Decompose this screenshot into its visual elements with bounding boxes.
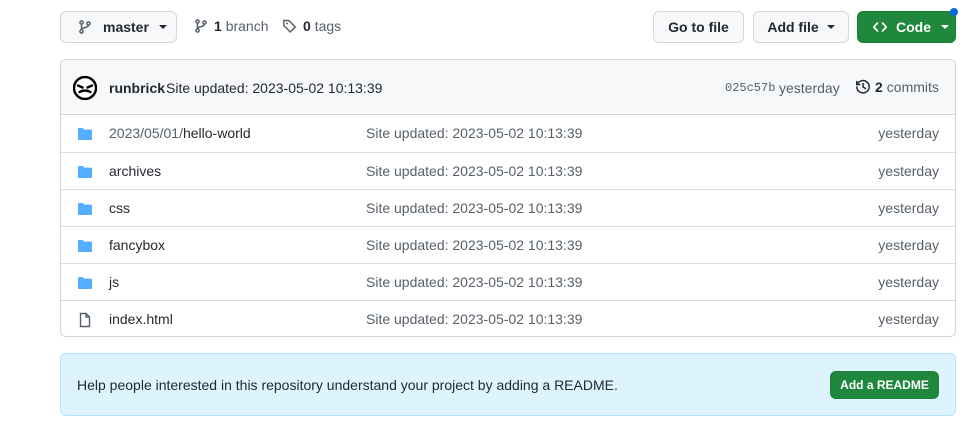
chevron-down-icon [826,25,835,29]
history-icon [855,79,871,95]
readme-banner: Help people interested in this repositor… [60,353,956,416]
file-name-main: archives [109,163,162,179]
file-row[interactable]: index.html Site updated: 2023-05-02 10:13… [61,300,955,336]
file-commit-message[interactable]: Site updated: 2023-05-02 10:13:39 [366,274,582,290]
file-commit-time: yesterday [878,274,939,290]
tag-count: 0 [303,18,311,34]
code-icon [872,19,888,35]
file-commit-time: yesterday [878,237,939,253]
git-branch-icon [193,18,209,34]
folder-icon [77,275,93,291]
folder-icon [77,126,93,142]
avatar[interactable] [73,76,97,100]
file-commit-time: yesterday [878,311,939,327]
commit-time: yesterday [779,80,840,96]
branch-name: master [103,19,149,35]
git-branch-icon [77,19,93,35]
file-row[interactable]: 2023/05/01/hello-world Site updated: 2023… [61,115,955,152]
file-name[interactable]: index.html [109,311,173,327]
file-icon [77,312,93,328]
commit-label: commits [886,79,939,95]
file-name-prefix: 2023/05/01/ [109,125,183,141]
file-row[interactable]: archives Site updated: 2023-05-02 10:13:3… [61,152,955,189]
file-name[interactable]: 2023/05/01/hello-world [109,125,251,141]
commit-sha[interactable]: 025c57b [725,81,775,95]
add-readme-label: Add a README [840,378,929,392]
readme-banner-text: Help people interested in this repositor… [77,377,618,393]
file-rows: 2023/05/01/hello-world Site updated: 2023… [61,115,955,336]
chevron-down-icon [158,25,167,29]
folder-icon [77,201,93,217]
latest-commit-bar: runbrick Site updated: 2023-05-02 10:13:… [61,60,955,115]
file-name-main: js [109,274,120,290]
tag-label: tags [314,18,342,34]
file-row[interactable]: css Site updated: 2023-05-02 10:13:39 yest… [61,189,955,226]
code-button[interactable]: Code [857,11,956,43]
add-file-button[interactable]: Add file [753,11,849,43]
notification-dot [950,8,958,16]
file-list-box: runbrick Site updated: 2023-05-02 10:13:… [60,59,956,337]
file-name-main: css [109,200,130,216]
file-commit-message[interactable]: Site updated: 2023-05-02 10:13:39 [366,237,582,253]
commit-author[interactable]: runbrick [109,80,165,96]
commits-link[interactable]: 2 commits [855,79,939,95]
branch-count: 1 [214,18,222,34]
file-name[interactable]: archives [109,163,161,179]
file-name-main: index.html [109,311,173,327]
go-to-file-label: Go to file [668,19,729,35]
file-commit-message[interactable]: Site updated: 2023-05-02 10:13:39 [366,200,582,216]
tag-icon [282,18,298,34]
branch-label: branch [225,18,269,34]
file-name-main: fancybox [109,237,166,253]
tags-link[interactable]: 0 tags [282,18,341,34]
file-commit-message[interactable]: Site updated: 2023-05-02 10:13:39 [366,125,582,141]
file-commit-time: yesterday [878,200,939,216]
folder-icon [77,238,93,254]
file-name[interactable]: fancybox [109,237,165,253]
file-row[interactable]: js Site updated: 2023-05-02 10:13:39 yeste… [61,263,955,300]
file-name[interactable]: css [109,200,130,216]
folder-icon [77,164,93,180]
file-commit-message[interactable]: Site updated: 2023-05-02 10:13:39 [366,163,582,179]
go-to-file-button[interactable]: Go to file [653,11,744,43]
chevron-down-icon [941,25,949,29]
add-readme-button[interactable]: Add a README [830,371,939,399]
file-row[interactable]: fancybox Site updated: 2023-05-02 10:13:3… [61,226,955,263]
file-commit-time: yesterday [878,163,939,179]
commit-message[interactable]: Site updated: 2023-05-02 10:13:39 [166,80,382,96]
add-file-label: Add file [767,19,819,35]
branch-select-button[interactable]: master [60,11,177,43]
commit-count: 2 [875,79,883,95]
code-label: Code [896,19,931,35]
file-commit-time: yesterday [878,125,939,141]
file-commit-message[interactable]: Site updated: 2023-05-02 10:13:39 [366,311,582,327]
branches-link[interactable]: 1 branch [193,18,269,34]
file-name[interactable]: js [109,274,119,290]
file-name-main: hello-world [182,125,251,141]
